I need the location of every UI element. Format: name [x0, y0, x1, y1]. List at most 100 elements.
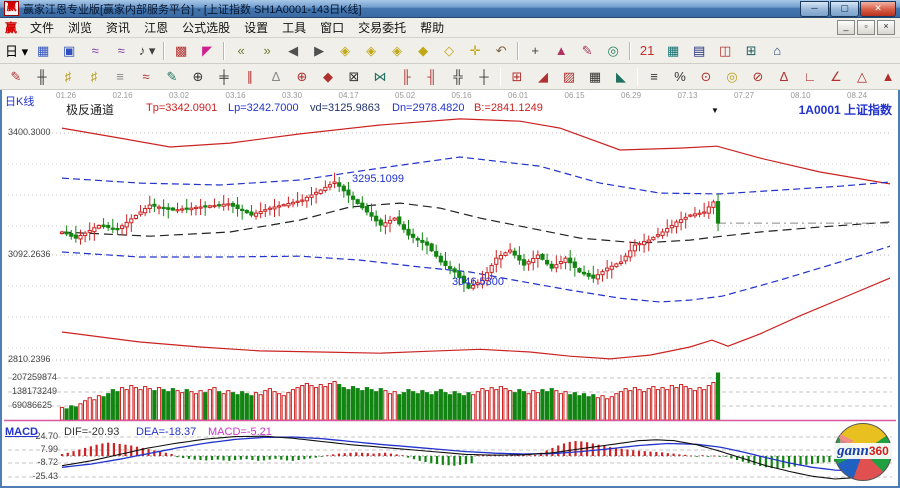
half-triangle-icon[interactable]: ◣ — [608, 65, 634, 89]
fan-left-icon[interactable]: ╟ — [393, 65, 419, 89]
menu-item[interactable]: 资讯 — [99, 18, 137, 37]
red-chart-icon[interactable]: ▩ — [168, 39, 194, 63]
maximize-button[interactable]: ▢ — [830, 1, 859, 17]
marker-menu-icon[interactable]: ♪ ▾ — [134, 39, 160, 63]
chart-window-icon[interactable]: ▣ — [56, 39, 82, 63]
crosshair-icon[interactable]: + — [522, 39, 548, 63]
cross-tool-icon[interactable]: ┼ — [471, 65, 497, 89]
fan-right-icon[interactable]: ╢ — [419, 65, 445, 89]
kline-chart-canvas[interactable] — [0, 90, 900, 488]
window-grid-icon[interactable]: ⊞ — [504, 65, 530, 89]
circle-ring-icon[interactable]: ◎ — [719, 65, 745, 89]
compress-left-icon[interactable]: ◈ — [332, 39, 358, 63]
toolbar-main: 日 ▾▦▣≈≈♪ ▾▩◤«»◀▶◈◈◈◆◇✛↶+▲✎◎21▦▤◫⊞⌂ — [0, 38, 900, 64]
title-bar[interactable]: 赢 赢家江恩专业版[赢家内部服务平台] - [上证指数 SH1A0001-143… — [0, 0, 900, 18]
next-bar-icon[interactable]: ▶ — [306, 39, 332, 63]
wedge-icon[interactable]: ◢ — [530, 65, 556, 89]
menu-items: 文件浏览资讯江恩公式选股设置工具窗口交易委托帮助 — [23, 18, 451, 37]
h-levels-icon[interactable]: ≡ — [107, 65, 133, 89]
application-window: 赢 赢家江恩专业版[赢家内部服务平台] - [上证指数 SH1A0001-143… — [0, 0, 900, 488]
box-tool-icon[interactable]: ⊠ — [341, 65, 367, 89]
menu-item[interactable]: 文件 — [23, 18, 61, 37]
chart-area: 01.2602.1603.0203.1603.3004.1705.0205.16… — [0, 90, 900, 488]
mdi-restore-button[interactable]: ▫ — [857, 20, 875, 35]
tri-solid-icon[interactable]: ▲ — [875, 65, 900, 89]
menu-item[interactable]: 江恩 — [137, 18, 175, 37]
pointer-icon[interactable]: ▲ — [548, 39, 574, 63]
trend-line-icon[interactable]: ✎ — [3, 65, 29, 89]
expand-icon[interactable]: ✛ — [462, 39, 488, 63]
tri-up-icon[interactable]: △ — [849, 65, 875, 89]
menu-item[interactable]: 帮助 — [413, 18, 451, 37]
app-logo-icon: 赢 — [4, 1, 19, 16]
zoom-in-icon[interactable]: ◇ — [436, 39, 462, 63]
wave-tool-icon[interactable]: ≈ — [133, 65, 159, 89]
gann-grid2-icon[interactable]: ♯ — [81, 65, 107, 89]
channel-line-Lp — [62, 157, 890, 194]
window-border-left — [0, 90, 2, 488]
compress-h-icon[interactable]: ◈ — [384, 39, 410, 63]
draw-icon[interactable]: ✎ — [574, 39, 600, 63]
angle-tool-icon[interactable]: ∠ — [823, 65, 849, 89]
menu-logo-icon: 赢 — [5, 19, 17, 36]
compress-right-icon[interactable]: ◈ — [358, 39, 384, 63]
bowtie-tool-icon[interactable]: ⋈ — [367, 65, 393, 89]
menu-item[interactable]: 交易委托 — [351, 18, 413, 37]
retrace-levels-icon[interactable]: ≡ — [641, 65, 667, 89]
undo-icon[interactable]: ↶ — [488, 39, 514, 63]
period-day-selector[interactable]: 日 ▾ — [3, 39, 30, 63]
diamond-tool-icon[interactable]: ◆ — [315, 65, 341, 89]
circle-slash-icon[interactable]: ⊘ — [745, 65, 771, 89]
window-title: 赢家江恩专业版[赢家内部服务平台] - [上证指数 SH1A0001-143日K… — [23, 1, 362, 17]
quote-list-icon[interactable]: ▤ — [686, 39, 712, 63]
first-bar-icon[interactable]: « — [228, 39, 254, 63]
zoom-out-icon[interactable]: ◆ — [410, 39, 436, 63]
triangle-tool-icon[interactable]: Δ — [263, 65, 289, 89]
cycle-icon[interactable]: ◎ — [600, 39, 626, 63]
right-angle-icon[interactable]: ∟ — [797, 65, 823, 89]
gann-grid-icon[interactable]: ♯ — [55, 65, 81, 89]
gann360-logo: gann360 — [832, 422, 894, 482]
toolbar-separator — [500, 68, 501, 86]
mdi-window-controls: _▫× — [837, 20, 895, 35]
pencil2-icon[interactable]: ✎ — [159, 65, 185, 89]
circle-dot-icon[interactable]: ⊙ — [693, 65, 719, 89]
gann-angle-icon[interactable]: Δ — [771, 65, 797, 89]
candlesticks — [60, 173, 719, 292]
logo-text-360: 360 — [869, 444, 889, 458]
multi-chart-icon[interactable]: ▦ — [30, 39, 56, 63]
grid-tool-icon[interactable]: ╫ — [29, 65, 55, 89]
toolbar-separator — [637, 68, 638, 86]
calculator-icon[interactable]: ▦ — [660, 39, 686, 63]
toolbar-separator — [163, 42, 165, 60]
menu-item[interactable]: 浏览 — [61, 18, 99, 37]
percent-tool-icon[interactable]: % — [667, 65, 693, 89]
prev-bar-icon[interactable]: ◀ — [280, 39, 306, 63]
flag-chart-icon[interactable]: ◤ — [194, 39, 220, 63]
mdi-close-button[interactable]: × — [877, 20, 895, 35]
gann-circle-icon[interactable]: ⊕ — [289, 65, 315, 89]
tools-icon[interactable]: ⌂ — [764, 39, 790, 63]
parallel-lines-icon[interactable]: ∥ — [237, 65, 263, 89]
menu-item[interactable]: 公式选股 — [175, 18, 237, 37]
menu-item[interactable]: 窗口 — [313, 18, 351, 37]
hatch-box-icon[interactable]: ▨ — [556, 65, 582, 89]
calendar-icon[interactable]: 21 — [634, 39, 660, 63]
wave-up-icon[interactable]: ≈ — [108, 39, 134, 63]
save-icon[interactable]: ◫ — [712, 39, 738, 63]
minimize-button[interactable]: ─ — [800, 1, 829, 17]
circle-cross-icon[interactable]: ⊕ — [185, 65, 211, 89]
toolbar-separator — [517, 42, 519, 60]
menu-item[interactable]: 设置 — [237, 18, 275, 37]
mdi-minimize-button[interactable]: _ — [837, 20, 855, 35]
menu-item[interactable]: 工具 — [275, 18, 313, 37]
close-button[interactable]: ✕ — [860, 1, 896, 17]
window-controls: ─▢✕ — [800, 1, 896, 17]
lattice-icon[interactable]: ╬ — [445, 65, 471, 89]
last-bar-icon[interactable]: » — [254, 39, 280, 63]
table-tool-icon[interactable]: ▦ — [582, 65, 608, 89]
menu-bar: 赢 文件浏览资讯江恩公式选股设置工具窗口交易委托帮助 _▫× — [0, 18, 900, 38]
export-icon[interactable]: ⊞ — [738, 39, 764, 63]
ruler-icon[interactable]: ╪ — [211, 65, 237, 89]
wave-small-icon[interactable]: ≈ — [82, 39, 108, 63]
